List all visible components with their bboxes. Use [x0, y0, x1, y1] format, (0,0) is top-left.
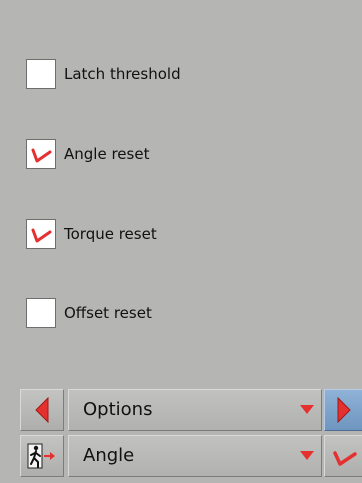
- option-latch-threshold[interactable]: Latch threshold: [26, 58, 181, 90]
- angle-reset-checkbox[interactable]: [26, 139, 56, 169]
- menu-nav-bar: Options: [0, 389, 362, 431]
- checkmark-icon: [333, 451, 357, 466]
- latch-threshold-checkbox[interactable]: [26, 59, 56, 89]
- mode-nav-bar: Angle: [0, 435, 362, 477]
- offset-reset-checkbox[interactable]: [26, 298, 56, 328]
- torque-reset-label: Torque reset: [64, 225, 157, 243]
- latch-threshold-label: Latch threshold: [64, 65, 181, 83]
- torque-reset-checkbox[interactable]: [26, 219, 56, 249]
- option-torque-reset[interactable]: Torque reset: [26, 218, 157, 250]
- next-button[interactable]: [324, 389, 362, 431]
- exit-person-icon: [27, 443, 55, 469]
- exit-button[interactable]: [20, 435, 64, 477]
- triangle-down-icon: [300, 405, 314, 414]
- menu-select-value: Options: [83, 399, 153, 420]
- options-screen: Latch threshold Angle reset Torque reset…: [0, 0, 362, 483]
- triangle-down-icon: [300, 451, 314, 460]
- checkmark-icon: [31, 228, 52, 243]
- offset-reset-label: Offset reset: [64, 304, 152, 322]
- angle-reset-label: Angle reset: [64, 145, 150, 163]
- left-arrow-icon: [35, 397, 49, 423]
- mode-select-value: Angle: [83, 445, 135, 466]
- option-offset-reset[interactable]: Offset reset: [26, 297, 152, 329]
- option-angle-reset[interactable]: Angle reset: [26, 138, 149, 170]
- right-arrow-icon: [337, 397, 351, 423]
- menu-select[interactable]: Options: [68, 389, 322, 431]
- prev-button[interactable]: [20, 389, 64, 431]
- mode-select[interactable]: Angle: [68, 435, 322, 477]
- confirm-button[interactable]: [324, 435, 362, 477]
- checkmark-icon: [31, 148, 52, 163]
